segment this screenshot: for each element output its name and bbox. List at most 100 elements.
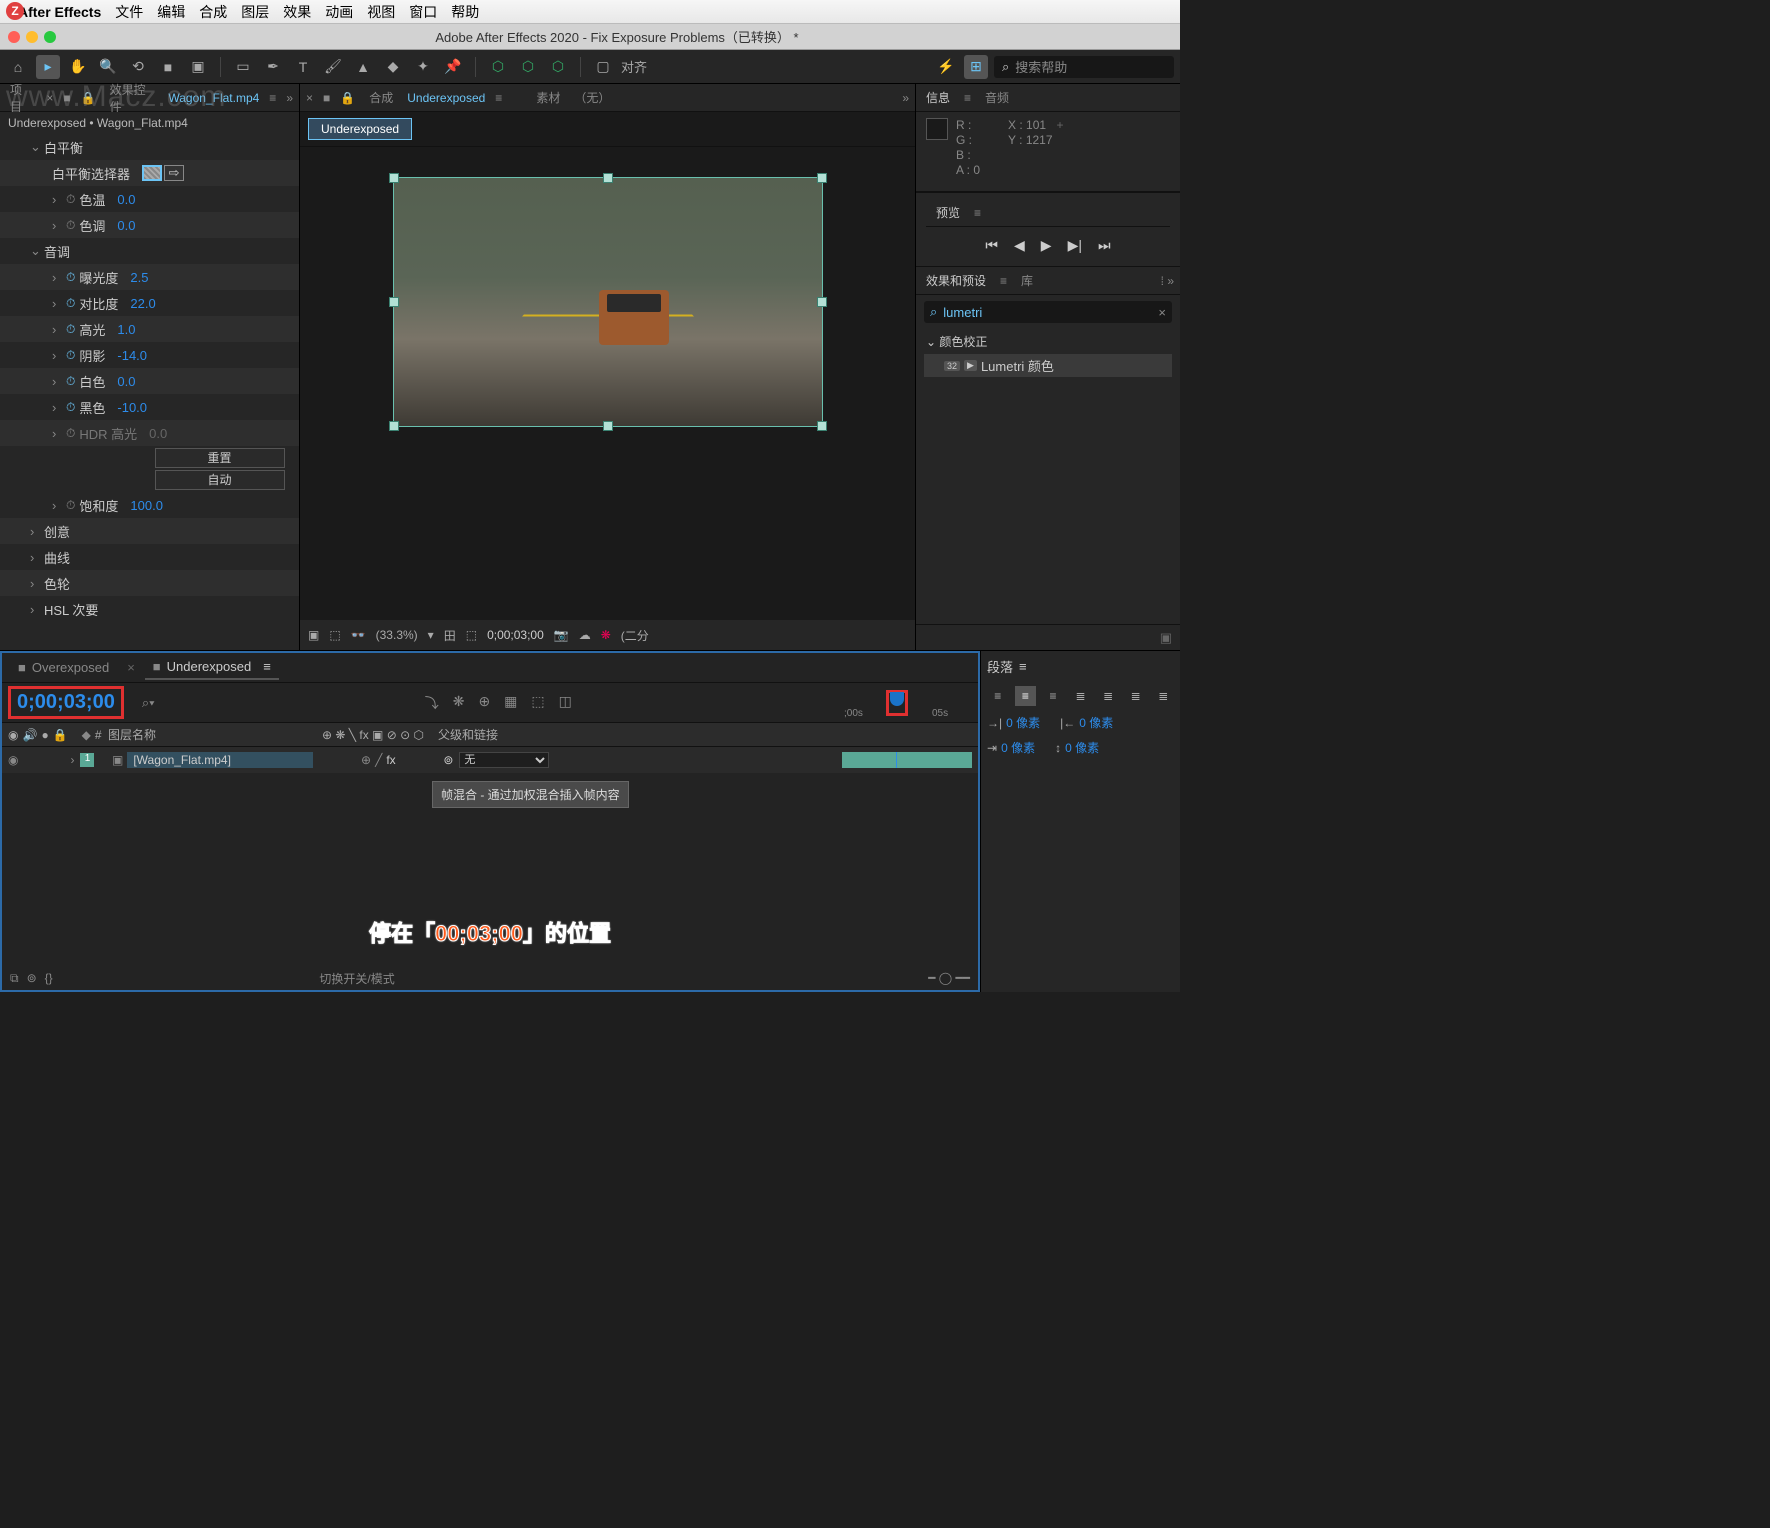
pin-tool[interactable]: 📌: [441, 55, 465, 79]
eye-column-icon[interactable]: ◉: [8, 728, 18, 742]
timeline-timecode[interactable]: 0;00;03;00: [17, 691, 115, 713]
pen-tool[interactable]: ✒: [261, 55, 285, 79]
workspace-switcher[interactable]: ⊞: [964, 55, 988, 79]
tl-footer-icon[interactable]: ⧉: [10, 971, 19, 986]
indent-first-val[interactable]: 0 像素: [1001, 739, 1035, 756]
stopwatch-icon[interactable]: ⏱: [66, 498, 75, 513]
shape-tool[interactable]: ▭: [231, 55, 255, 79]
vc-mask-icon[interactable]: 👓: [351, 628, 366, 642]
window-close-button[interactable]: [8, 31, 20, 43]
tab-footage[interactable]: 素材: [532, 87, 564, 108]
prev-frame-button[interactable]: ◀: [1014, 237, 1025, 254]
app-name[interactable]: After Effects: [18, 4, 101, 20]
indent-left-icon[interactable]: →|: [987, 716, 1002, 730]
search-help-input[interactable]: ⌕ 搜索帮助: [994, 56, 1174, 78]
hand-tool[interactable]: ✋: [66, 55, 90, 79]
effect-controls-list[interactable]: ⌄白平衡 白平衡选择器 ⇨ ›⏱色温0.0 ›⏱色调0.0 ⌄音调 ›⏱曝光度2…: [0, 134, 299, 650]
tl-icon[interactable]: ▦: [504, 693, 517, 713]
stopwatch-icon[interactable]: ⏱: [66, 192, 75, 207]
layer-name[interactable]: [Wagon_Flat.mp4]: [127, 752, 313, 768]
preview-frame[interactable]: [393, 177, 823, 427]
timeline-tab-overexposed[interactable]: ■Overexposed: [10, 656, 117, 679]
clone-tool[interactable]: ▲: [351, 55, 375, 79]
tab-preview[interactable]: 预览: [932, 202, 964, 223]
auto-button[interactable]: 自动: [155, 470, 285, 490]
timeline-panel[interactable]: ■Overexposed × ■Underexposed≡ 0;00;03;00…: [0, 651, 980, 992]
tl-icon[interactable]: ⊕: [478, 693, 490, 713]
timeline-tab-underexposed[interactable]: ■Underexposed≡: [145, 655, 279, 680]
parent-dropdown[interactable]: 无: [459, 752, 549, 768]
eraser-tool[interactable]: ◆: [381, 55, 405, 79]
timeline-ruler[interactable]: ;00s 05s: [842, 688, 972, 718]
menu-edit[interactable]: 编辑: [157, 2, 185, 22]
zoom-tool[interactable]: 🔍: [96, 55, 120, 79]
justify-right-button[interactable]: ≣: [1125, 686, 1147, 706]
comp-active-tab[interactable]: Underexposed: [308, 118, 412, 140]
align-right-button[interactable]: ≡: [1042, 686, 1064, 706]
justify-left-button[interactable]: ≣: [1070, 686, 1092, 706]
region-tool[interactable]: ▣: [186, 55, 210, 79]
effect-item-lumetri[interactable]: 32 ▶ Lumetri 颜色: [924, 354, 1172, 377]
window-maximize-button[interactable]: [44, 31, 56, 43]
tl-footer-icon[interactable]: {}: [45, 971, 53, 985]
composition-viewer[interactable]: [300, 147, 915, 620]
val-saturation[interactable]: 100.0: [130, 498, 163, 513]
align-label[interactable]: 对齐: [621, 57, 647, 76]
group-hsl[interactable]: HSL 次要: [44, 600, 98, 619]
stopwatch-icon[interactable]: ⏱: [66, 270, 75, 285]
space-after-val[interactable]: 0 像素: [1065, 739, 1099, 756]
val-blacks[interactable]: -10.0: [117, 400, 147, 415]
snap-icon[interactable]: ▢: [591, 55, 615, 79]
axis-z-icon[interactable]: ⬡: [546, 55, 570, 79]
tl-icon[interactable]: ⬚: [531, 693, 544, 713]
solo-column-icon[interactable]: ●: [41, 728, 48, 742]
group-curves[interactable]: 曲线: [44, 548, 70, 567]
brush-tool[interactable]: 🖌: [321, 55, 345, 79]
toggle-switches-modes[interactable]: 切换开关/模式: [319, 970, 394, 987]
reset-button[interactable]: 重置: [155, 448, 285, 468]
timeline-layer-row[interactable]: ◉›1 ▣ [Wagon_Flat.mp4] ⊕╱fx ⊚ 无: [2, 747, 978, 773]
stopwatch-icon[interactable]: ⏱: [66, 374, 75, 389]
current-time-indicator[interactable]: [890, 692, 904, 706]
val-shadows[interactable]: -14.0: [117, 348, 147, 363]
camera-tool[interactable]: ■: [156, 55, 180, 79]
lock-icon[interactable]: 🔒: [340, 91, 355, 105]
roto-tool[interactable]: ✦: [411, 55, 435, 79]
workspace-icon[interactable]: ⚡: [934, 55, 958, 79]
clear-search-button[interactable]: ×: [1158, 305, 1166, 320]
val-whites[interactable]: 0.0: [117, 374, 135, 389]
justify-center-button[interactable]: ≣: [1097, 686, 1119, 706]
tab-paragraph[interactable]: 段落: [987, 657, 1013, 676]
first-frame-button[interactable]: ⏮: [985, 237, 998, 254]
indent-right-icon[interactable]: |←: [1060, 716, 1075, 730]
orbit-tool[interactable]: ⟲: [126, 55, 150, 79]
home-button[interactable]: ⌂: [6, 55, 30, 79]
snapshot-icon[interactable]: 📷: [554, 628, 569, 642]
panel-resize-icon[interactable]: ▣: [1160, 630, 1172, 646]
timeline-search-icon[interactable]: ⌕▾: [142, 695, 155, 711]
layer-bar[interactable]: [842, 752, 972, 768]
comp-name-link[interactable]: Underexposed: [407, 91, 485, 105]
menu-effect[interactable]: 效果: [283, 2, 311, 22]
vc-icon[interactable]: 田: [444, 627, 456, 644]
panel-overflow-icon[interactable]: »: [902, 91, 909, 105]
stopwatch-icon[interactable]: ⏱: [66, 322, 75, 337]
menu-layer[interactable]: 图层: [241, 2, 269, 22]
color-mgmt-icon[interactable]: ❋: [601, 628, 611, 642]
menu-animation[interactable]: 动画: [325, 2, 353, 22]
tab-audio[interactable]: 音频: [981, 87, 1013, 108]
tl-icon[interactable]: ❋: [453, 693, 465, 713]
axis-x-icon[interactable]: ⬡: [486, 55, 510, 79]
stopwatch-icon[interactable]: ⏱: [66, 426, 75, 441]
stopwatch-icon[interactable]: ⏱: [66, 348, 75, 363]
menu-view[interactable]: 视图: [367, 2, 395, 22]
effects-search-input[interactable]: ⌕ lumetri ×: [924, 301, 1172, 323]
menu-help[interactable]: 帮助: [451, 2, 479, 22]
panel-overflow-icon[interactable]: ⁞ »: [1161, 274, 1174, 288]
resolution-label[interactable]: (二分: [621, 627, 649, 644]
text-tool[interactable]: T: [291, 55, 315, 79]
window-minimize-button[interactable]: [26, 31, 38, 43]
viewer-timecode[interactable]: 0;00;03;00: [487, 628, 544, 642]
tab-info[interactable]: 信息: [922, 87, 954, 108]
audio-column-icon[interactable]: 🔊: [22, 728, 37, 742]
